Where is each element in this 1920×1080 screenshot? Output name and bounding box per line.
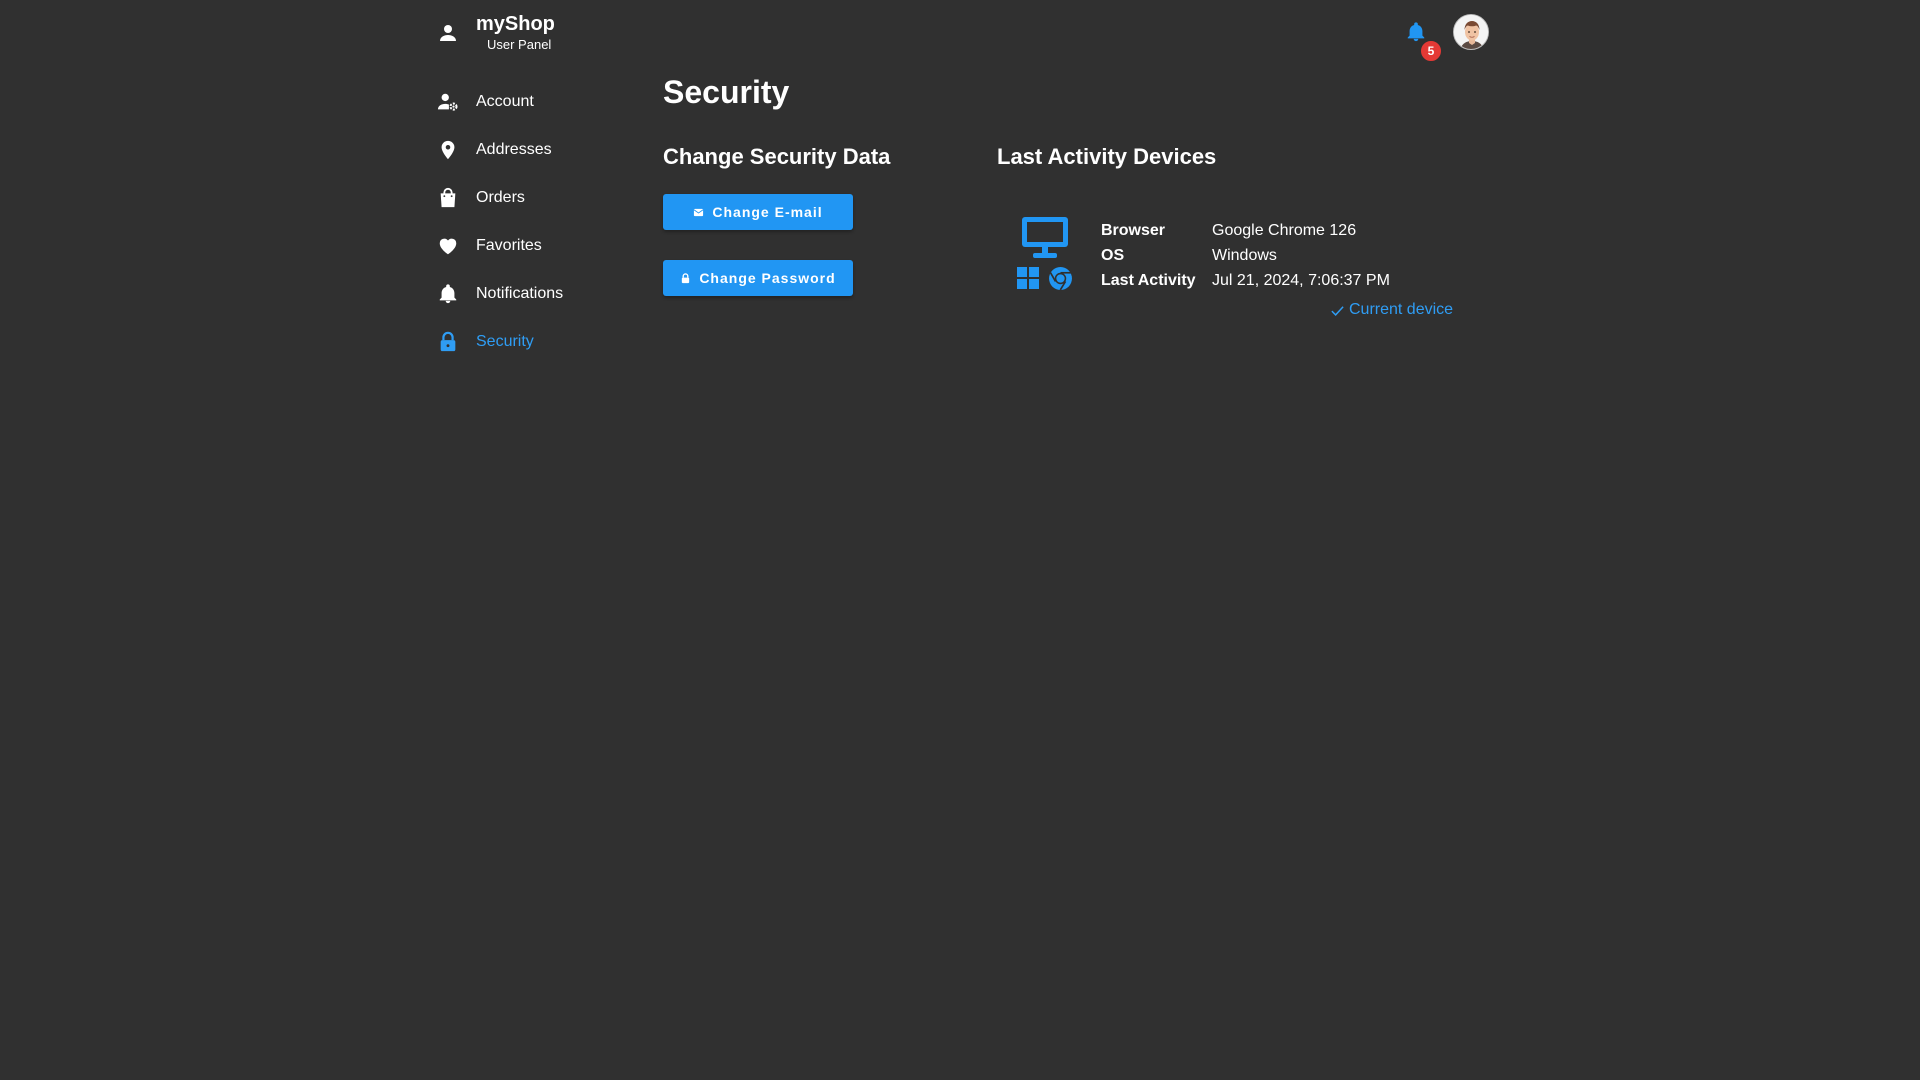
device-row-last-activity: Last Activity Jul 21, 2024, 7:06:37 PM [1101,268,1390,293]
devices-section-title: Last Activity Devices [997,144,1217,169]
mail-icon [694,208,704,216]
change-email-label: Change E-mail [712,204,823,220]
monitor-icon [1022,217,1068,258]
sidebar-item-label: Notifications [476,285,564,302]
change-password-label: Change Password [699,270,836,286]
device-icons [1015,213,1077,295]
device-value: Google Chrome 126 [1212,221,1357,239]
device-card: Browser Google Chrome 126 OS Windows Las… [1015,213,1390,295]
device-key: Browser [1101,221,1166,239]
sidebar-nav: Account Addresses Orders Favorites Notif… [436,78,636,366]
user-avatar[interactable] [1453,14,1489,50]
brand-subtitle: User Panel [487,37,552,52]
shopping-bag-icon [436,186,460,210]
sidebar-item-label: Orders [476,189,525,206]
account-settings-icon [436,90,460,114]
device-value: Windows [1212,246,1277,264]
sidebar-item-label: Security [476,333,534,350]
brand-title: myShop [476,13,555,35]
current-device-indicator: Current device [1330,301,1453,319]
bell-icon [1407,22,1425,42]
sidebar-item-label: Favorites [476,237,542,254]
device-details: Browser Google Chrome 126 OS Windows Las… [1101,218,1390,295]
windows-icon [1017,267,1039,289]
map-pin-icon [436,138,460,162]
sidebar-item-addresses[interactable]: Addresses [436,126,636,174]
sidebar-item-orders[interactable]: Orders [436,174,636,222]
sidebar-item-label: Addresses [476,141,552,158]
device-key: Last Activity [1101,271,1196,289]
brand-text: myShop User Panel [476,14,555,51]
person-icon [440,24,456,41]
notification-badge: 5 [1420,40,1442,62]
check-icon [1331,305,1344,316]
change-password-button[interactable]: Change Password [663,260,853,296]
chrome-icon [1049,267,1072,291]
sidebar-item-favorites[interactable]: Favorites [436,222,636,270]
sidebar-item-security[interactable]: Security [436,318,636,366]
heart-icon [436,234,460,258]
device-value: Jul 21, 2024, 7:06:37 PM [1212,271,1390,289]
bell-icon [436,282,460,306]
header-actions: 5 [1405,14,1489,62]
lock-icon [436,330,460,354]
change-email-button[interactable]: Change E-mail [663,194,853,230]
sidebar-item-notifications[interactable]: Notifications [436,270,636,318]
device-row-os: OS Windows [1101,243,1390,268]
brand[interactable]: myShop User Panel [436,14,555,51]
app-root: myShop User Panel 5 Account Addresses Or… [0,0,1920,1080]
sidebar-item-account[interactable]: Account [436,78,636,126]
change-security-title: Change Security Data [663,144,891,169]
sidebar-item-label: Account [476,93,534,110]
device-row-browser: Browser Google Chrome 126 [1101,218,1390,243]
notifications-button[interactable]: 5 [1405,21,1442,62]
current-device-label: Current device [1349,301,1454,318]
device-key: OS [1101,246,1125,264]
lock-icon [682,272,690,283]
avatar-image [1454,15,1488,49]
page-title: Security [663,74,790,110]
